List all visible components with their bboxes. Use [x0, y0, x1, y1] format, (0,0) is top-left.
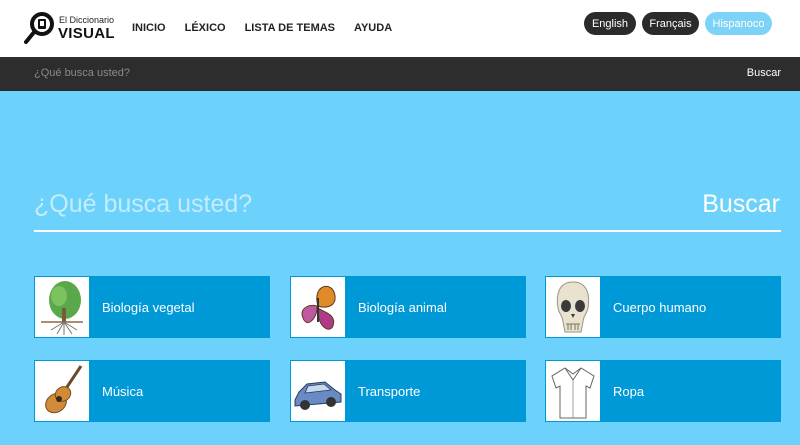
category-label: Música [102, 384, 144, 399]
category-label: Transporte [358, 384, 421, 399]
logo-title: VISUAL [58, 25, 115, 42]
category-card-musica[interactable]: Música [34, 360, 270, 422]
category-card-biologia-vegetal[interactable]: Biología vegetal [34, 276, 270, 338]
language-english-button[interactable]: English [584, 12, 636, 35]
nav-lista-de-temas[interactable]: LISTA DE TEMAS [245, 22, 335, 34]
tree-icon [34, 276, 90, 338]
hero-search-input[interactable]: ¿Qué busca usted? [34, 190, 252, 219]
site-logo[interactable]: El Diccionario VISUAL [24, 11, 115, 45]
guitar-icon [34, 360, 90, 422]
language-spanish-button[interactable]: Hispanoco [705, 12, 772, 35]
top-search-button[interactable]: Buscar [747, 67, 781, 79]
category-card-biologia-animal[interactable]: Biología animal [290, 276, 526, 338]
hero-search-button[interactable]: Buscar [702, 190, 780, 219]
category-label: Biología vegetal [102, 300, 195, 315]
site-header: El Diccionario VISUAL INICIO LÉXICO LIST… [0, 0, 800, 57]
category-label: Biología animal [358, 300, 447, 315]
nav-lexico[interactable]: LÉXICO [185, 22, 226, 34]
butterfly-icon [290, 276, 346, 338]
nav-ayuda[interactable]: AYUDA [354, 22, 392, 34]
category-label: Cuerpo humano [613, 300, 707, 315]
logo-subtitle: El Diccionario [59, 15, 115, 25]
car-icon [290, 360, 346, 422]
nav-inicio[interactable]: INICIO [132, 22, 166, 34]
skull-icon [545, 276, 601, 338]
magnifier-logo-icon [24, 12, 54, 44]
main-nav: INICIO LÉXICO LISTA DE TEMAS AYUDA [132, 22, 411, 34]
top-search-input[interactable]: ¿Qué busca usted? [34, 67, 130, 79]
top-search-bar: ¿Qué busca usted? Buscar [0, 57, 800, 91]
hero-search-underline [34, 230, 781, 232]
category-label: Ropa [613, 384, 645, 399]
category-card-transporte[interactable]: Transporte [290, 360, 526, 422]
category-card-ropa[interactable]: Ropa [545, 360, 781, 422]
language-french-button[interactable]: Français [642, 12, 699, 35]
category-card-cuerpo-humano[interactable]: Cuerpo humano [545, 276, 781, 338]
shirt-icon [545, 360, 601, 422]
